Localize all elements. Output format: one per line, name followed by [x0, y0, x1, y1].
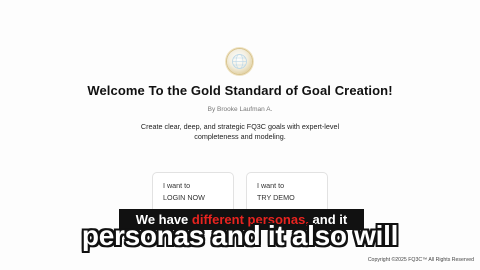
login-now-label: LOGIN NOW — [163, 193, 205, 202]
gold-globe-logo-icon — [227, 49, 252, 74]
card-prefix-label: I want to — [163, 181, 191, 190]
description-line: Create clear, deep, and strategic FQ3C g… — [140, 122, 340, 131]
large-subtitle: personas and it also will — [81, 220, 399, 251]
author-byline: By Brooke Laufman A. — [207, 106, 273, 113]
copyright-text: Copyright ©2025 FQ3C™ All Rights Reserve… — [367, 257, 474, 263]
try-demo-label: TRY DEMO — [257, 193, 295, 202]
description-line: completeness and modeling. — [194, 132, 286, 141]
page-title: Welcome To the Gold Standard of Goal Cre… — [87, 83, 393, 98]
description: Create clear, deep, and strategic FQ3C g… — [0, 122, 480, 142]
card-prefix-label: I want to — [257, 181, 285, 190]
